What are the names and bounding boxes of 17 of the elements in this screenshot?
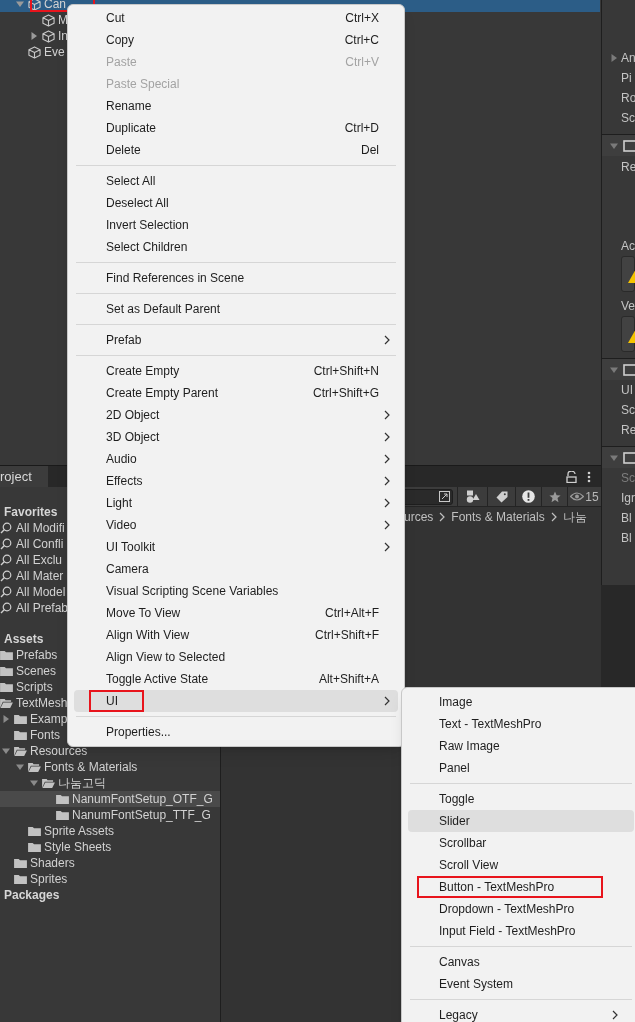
property-label: Pi [621,70,632,87]
property-label: Ac [621,238,635,255]
property-label: Ve [621,298,635,315]
section-heading: Packages [4,887,60,903]
section-heading: Favorites [4,504,58,520]
property-label: An [621,50,635,67]
property-label: Ro [621,90,635,107]
property-label: Sc [621,470,635,487]
section-heading: Assets [4,631,44,647]
property-label: Igr [621,490,635,507]
property-label: Re [621,159,635,176]
property-label: Re [621,422,635,439]
property-label: Bl [621,510,632,527]
property-label: Sc [621,110,635,127]
property-label: Bl [621,530,632,547]
property-label: Sc [621,402,635,419]
property-label: UI [621,382,633,399]
